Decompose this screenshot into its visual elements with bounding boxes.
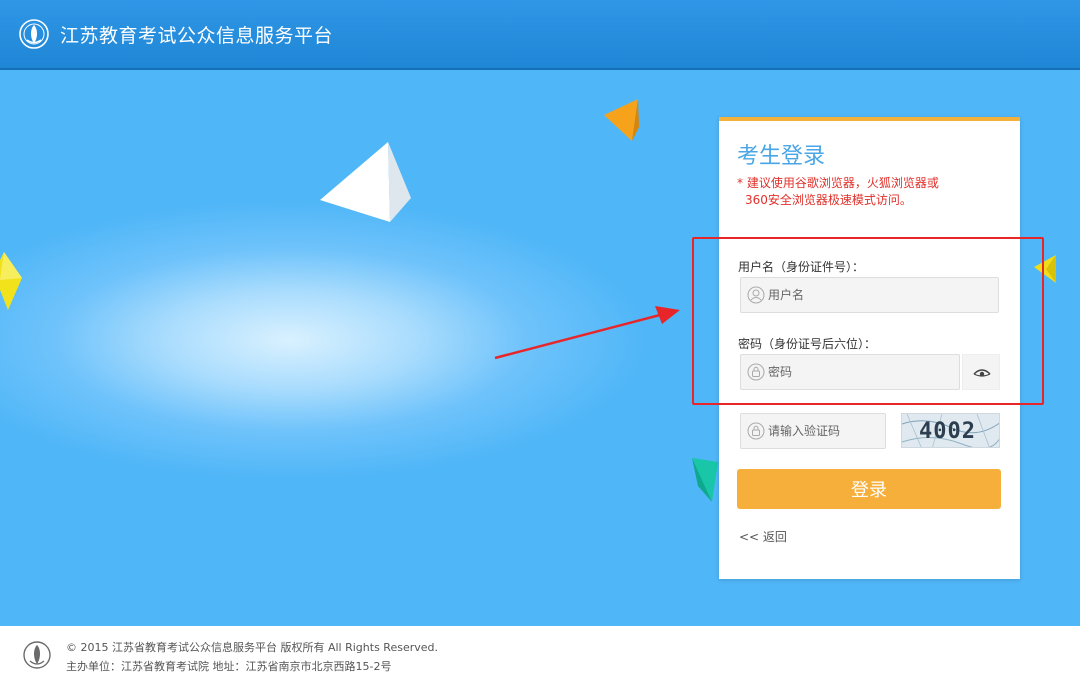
emblem-icon (19, 19, 49, 49)
password-field[interactable] (740, 354, 960, 390)
browser-notice: * 建议使用谷歌浏览器，火狐浏览器或 360安全浏览器极速模式访问。 (737, 175, 997, 209)
user-icon (747, 286, 765, 304)
page-footer: © 2015 江苏省教育考试公众信息服务平台 版权所有 All Rights R… (0, 626, 1080, 687)
emblem-icon (23, 641, 51, 669)
sponsor-text: 主办单位：江苏省教育考试院 地址：江苏省南京市北京西路15-2号 (66, 660, 392, 673)
lock-icon (747, 422, 765, 440)
captcha-text: 4002 (919, 419, 976, 444)
back-link[interactable]: << 返回 (739, 528, 787, 545)
lock-icon (747, 363, 765, 381)
login-title: 考生登录 (737, 144, 826, 169)
eye-icon (973, 369, 991, 377)
orange-pyramid-decoration (604, 99, 639, 141)
username-field[interactable] (740, 277, 999, 313)
browser-notice-line2: 360安全浏览器极速模式访问。 (745, 193, 912, 207)
username-input[interactable] (768, 278, 993, 312)
password-input[interactable] (768, 355, 956, 389)
show-password-button[interactable] (962, 354, 1000, 390)
captcha-image[interactable]: 4002 (901, 413, 1000, 448)
yellow-pyramid-decoration (0, 252, 22, 310)
teal-pyramid-decoration (692, 458, 718, 502)
username-label: 用户名（身份证件号）： (738, 260, 865, 274)
captcha-input[interactable] (768, 414, 883, 448)
login-button[interactable]: 登录 (737, 469, 1001, 509)
browser-notice-line1: * 建议使用谷歌浏览器，火狐浏览器或 (737, 176, 939, 190)
white-pyramid-decoration (320, 142, 411, 222)
password-label: 密码（身份证号后六位）： (738, 337, 877, 351)
site-title: 江苏教育考试公众信息服务平台 (60, 25, 334, 47)
copyright-text: © 2015 江苏省教育考试公众信息服务平台 版权所有 All Rights R… (66, 641, 439, 654)
captcha-field[interactable] (740, 413, 886, 449)
yellow-small-pyramid-decoration (1034, 255, 1056, 283)
top-header: 江苏教育考试公众信息服务平台 (0, 0, 1080, 70)
